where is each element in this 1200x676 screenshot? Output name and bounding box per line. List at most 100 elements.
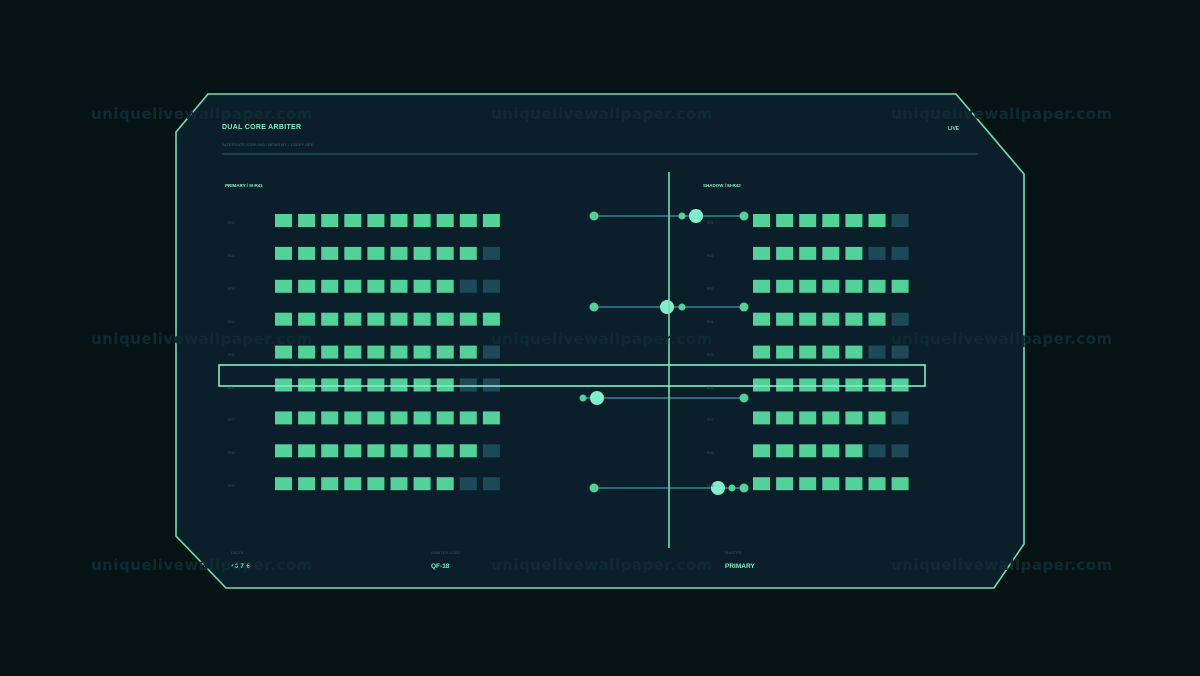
core-cell-active [344, 378, 362, 392]
core-cell-active [845, 312, 863, 326]
core-cell-active [275, 214, 292, 227]
core-cell-active [459, 246, 477, 260]
core-cell-active [845, 378, 863, 392]
core-cell-active [753, 378, 770, 392]
core-cell-inactive [868, 444, 886, 458]
core-cell-inactive [891, 214, 909, 227]
core-cell-active [390, 214, 408, 227]
core-cell-active [413, 312, 431, 326]
core-cell-active [776, 279, 794, 293]
connector-node [579, 394, 587, 402]
row-label: R04 [707, 319, 714, 324]
core-cell-inactive [891, 246, 909, 260]
core-cell-inactive [459, 378, 477, 392]
core-cell-inactive [891, 312, 909, 326]
core-cell-active [776, 378, 794, 392]
core-cell-active [845, 214, 863, 227]
core-cell-active [275, 411, 292, 425]
core-cell-active [776, 444, 794, 458]
core-cell-active [436, 246, 454, 260]
core-cell-active [390, 345, 408, 359]
core-cell-active [344, 444, 362, 458]
core-cell-active [275, 378, 292, 392]
row-label: R08 [707, 451, 714, 456]
connector-node-active [660, 300, 674, 314]
core-cell-active [413, 345, 431, 359]
core-cell-active [822, 246, 840, 260]
page-title: DUAL CORE ARBITER [222, 124, 302, 131]
core-cell-active [459, 411, 477, 425]
core-cell-active [298, 345, 316, 359]
connector-node-active [590, 391, 604, 405]
shadow-zone-label: SHADOW / M-R42 [703, 183, 741, 188]
core-cell-active [298, 246, 316, 260]
core-cell-active [753, 279, 770, 293]
core-cell-inactive [891, 345, 909, 359]
connector-node-active [689, 209, 703, 223]
core-cell-active [436, 411, 454, 425]
core-cell-active [321, 312, 339, 326]
row-label: R08 [228, 451, 235, 456]
core-cell-active [822, 345, 840, 359]
core-cell-active [413, 444, 431, 458]
core-cell-active [367, 345, 385, 359]
core-cell-active [413, 214, 431, 227]
core-cell-active [845, 279, 863, 293]
core-cell-active [298, 279, 316, 293]
row-label: R02 [707, 253, 714, 258]
arbiter-load-label: ARBITER LOAD [431, 550, 461, 555]
row-label: R01 [707, 221, 714, 225]
dashboard-frame [175, 93, 1025, 589]
core-cell-active [275, 345, 292, 359]
core-cell-active [799, 246, 817, 260]
connector-node [678, 212, 686, 220]
core-cell-active [753, 214, 770, 227]
core-cell-active [413, 246, 431, 260]
core-cell-inactive [482, 378, 500, 392]
core-cell-active [799, 279, 817, 293]
row-label: R05 [228, 352, 235, 357]
core-cell-active [822, 411, 840, 425]
core-cell-active [321, 214, 339, 227]
row-label: R03 [228, 286, 235, 291]
connector-node [739, 393, 749, 403]
core-cell-active [321, 477, 339, 491]
connector-node [589, 302, 599, 312]
core-cell-active [298, 214, 316, 227]
core-cell-active [799, 411, 817, 425]
core-cell-active [413, 378, 431, 392]
delta-value: +0.7% [231, 563, 250, 570]
core-cell-active [753, 312, 770, 326]
master-label: MASTER [725, 550, 742, 555]
core-cell-active [459, 444, 477, 458]
core-cell-active [753, 444, 770, 458]
core-cell-active [822, 378, 840, 392]
core-cell-active [344, 477, 362, 491]
core-cell-active [367, 214, 385, 227]
core-cell-active [367, 477, 385, 491]
core-cell-active [753, 477, 770, 491]
core-cell-active [891, 378, 909, 392]
core-cell-active [436, 345, 454, 359]
core-cell-active [891, 477, 909, 491]
core-cell-active [799, 378, 817, 392]
core-cell-active [436, 279, 454, 293]
row-label: R07 [707, 418, 714, 423]
core-cell-active [367, 411, 385, 425]
core-cell-inactive [868, 345, 886, 359]
core-cell-active [298, 477, 316, 491]
core-cell-active [436, 312, 454, 326]
core-cell-inactive [891, 411, 909, 425]
row-label: R02 [228, 253, 235, 258]
core-cell-active [275, 279, 292, 293]
connector-node [739, 483, 749, 493]
core-cell-active [413, 279, 431, 293]
core-cell-active [390, 312, 408, 326]
master-value: PRIMARY [725, 563, 755, 570]
connector-node [589, 211, 599, 221]
core-cell-active [298, 312, 316, 326]
core-cell-active [436, 378, 454, 392]
connector-node [678, 303, 686, 311]
core-cell-active [482, 411, 500, 425]
core-cell-inactive [891, 444, 909, 458]
